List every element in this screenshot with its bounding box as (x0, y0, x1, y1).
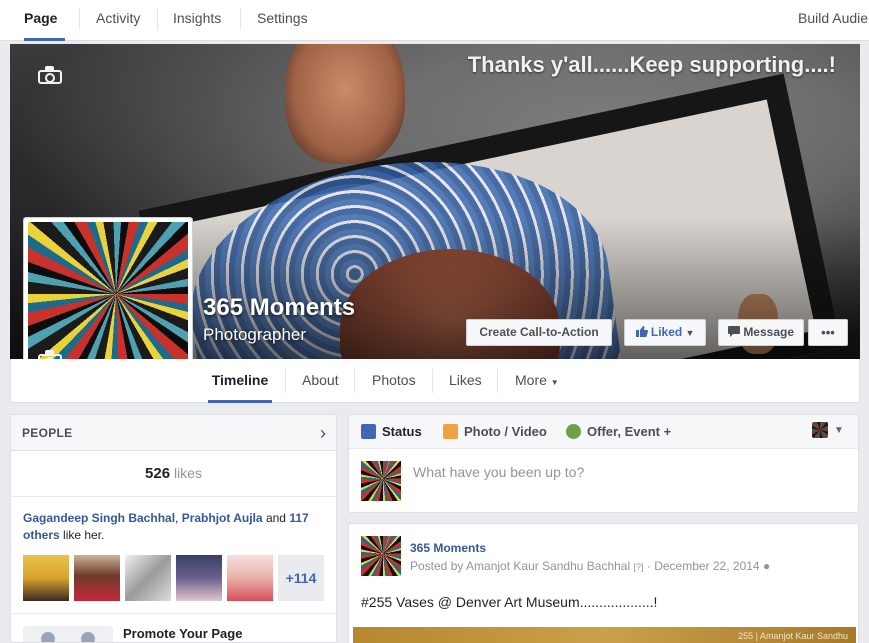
tab-divider (354, 369, 355, 393)
more-friends-button[interactable]: +114 (278, 555, 324, 601)
tab-divider (497, 369, 498, 393)
like-her-text: like her. (63, 528, 105, 542)
post-author-avatar[interactable] (361, 536, 401, 576)
change-cover-camera-icon[interactable] (38, 66, 62, 84)
tab-settings[interactable]: Settings (257, 0, 308, 41)
likes-count-row[interactable]: 526 likes (11, 451, 336, 497)
globe-icon[interactable]: ● (763, 559, 770, 573)
chevron-down-icon: ▼ (685, 328, 695, 338)
tab-insights-label: Insights (173, 10, 222, 26)
tab-activity-label: Activity (96, 10, 141, 26)
likes-count: 526 (145, 465, 171, 482)
likes-word: likes (173, 465, 202, 481)
liked-label: Liked (650, 325, 683, 339)
friend-avatar[interactable] (176, 555, 222, 601)
people-card-title: PEOPLE (22, 426, 73, 440)
build-audience-link[interactable]: Build Audie (798, 0, 868, 41)
more-options-button[interactable]: ••• (808, 319, 848, 346)
chevron-right-icon[interactable]: › (320, 423, 326, 444)
admin-help-link[interactable]: [?] (634, 562, 644, 572)
timeline-tabs-bar: Timeline About Photos Likes More ▼ (10, 359, 860, 403)
message-icon (727, 326, 740, 337)
page-title[interactable]: 365 Moments (203, 294, 355, 322)
tab-page-label: Page (24, 10, 58, 26)
tab-likes[interactable]: Likes (449, 359, 482, 403)
tab-settings-label: Settings (257, 10, 308, 26)
post-image-watermark: 255 | Amanjot Kaur Sandhu (738, 631, 848, 641)
promote-people-icon (23, 626, 113, 642)
page-avatar (812, 422, 828, 438)
tab-page[interactable]: Page (24, 0, 65, 41)
composer-tab-photo-video[interactable]: Photo / Video (464, 424, 547, 439)
nav-divider (79, 8, 80, 30)
page-admin-nav: Page Activity Insights Settings Build Au… (0, 0, 869, 41)
friend-avatar[interactable] (227, 555, 273, 601)
tab-more[interactable]: More ▼ (515, 359, 559, 403)
tab-divider (285, 369, 286, 393)
status-input[interactable]: What have you been up to? (413, 464, 584, 480)
offer-icon (566, 424, 581, 439)
friend-link[interactable]: Gagandeep Singh Bachhal (23, 511, 175, 525)
friend-avatar[interactable] (125, 555, 171, 601)
message-label: Message (743, 325, 795, 339)
post-date[interactable]: December 22, 2014 (654, 559, 759, 573)
thumbs-up-icon (635, 326, 648, 337)
liked-button[interactable]: Liked ▼ (624, 319, 706, 346)
tab-activity[interactable]: Activity (96, 0, 140, 41)
post-as-selector[interactable]: ▼ (812, 422, 844, 440)
tab-more-label: More (515, 372, 547, 388)
build-audience-label: Build Audie (798, 10, 869, 26)
promote-page-label: Promote Your Page (123, 626, 243, 641)
tab-divider (432, 369, 433, 393)
composer-tab-offer-event[interactable]: Offer, Event + (587, 424, 671, 439)
page-category[interactable]: Photographer (203, 325, 306, 345)
people-card: PEOPLE › 526 likes Gagandeep Singh Bachh… (10, 414, 337, 643)
photo-icon (443, 424, 458, 439)
create-call-to-action-button[interactable]: Create Call-to-Action (466, 319, 612, 346)
caret-down-icon: ▼ (550, 378, 559, 387)
promote-page-row[interactable]: Promote Your Page (11, 613, 336, 642)
nav-divider (240, 8, 241, 30)
post-image[interactable]: 255 | Amanjot Kaur Sandhu (353, 627, 856, 643)
friend-avatar[interactable] (74, 555, 120, 601)
post-meta: Posted by Amanjot Kaur Sandhu Bachhal [?… (410, 559, 771, 573)
post-text: #255 Vases @ Denver Art Museum..........… (361, 594, 658, 610)
timeline-post: 365 Moments Posted by Amanjot Kaur Sandh… (348, 523, 859, 643)
friends-like-text: Gagandeep Singh Bachhal, Prabhjot Aujla … (23, 511, 309, 542)
pencil-icon (361, 424, 376, 439)
post-composer: Status Photo / Video Offer, Event + ▼ Wh… (348, 414, 859, 513)
tab-photos[interactable]: Photos (372, 359, 416, 403)
composer-tabs: Status Photo / Video Offer, Event + ▼ (349, 415, 858, 449)
nav-divider (157, 8, 158, 30)
friend-thumbnails: +114 (23, 555, 333, 601)
tab-timeline[interactable]: Timeline (208, 359, 272, 403)
composer-tab-status[interactable]: Status (382, 424, 422, 439)
composer-avatar (361, 461, 401, 501)
friend-link[interactable]: Prabhjot Aujla (182, 511, 263, 525)
posted-by-text: Posted by Amanjot Kaur Sandhu Bachhal (410, 559, 631, 573)
people-card-header[interactable]: PEOPLE › (11, 415, 336, 451)
friend-avatar[interactable] (23, 555, 69, 601)
post-author-name[interactable]: 365 Moments (410, 541, 486, 555)
and-text: and (265, 511, 286, 525)
cover-caption: Thanks y'all......Keep supporting....! (467, 52, 836, 77)
tab-about[interactable]: About (302, 359, 339, 403)
message-button[interactable]: Message (718, 319, 804, 346)
chevron-down-icon: ▼ (834, 425, 844, 436)
tab-insights[interactable]: Insights (173, 0, 221, 41)
